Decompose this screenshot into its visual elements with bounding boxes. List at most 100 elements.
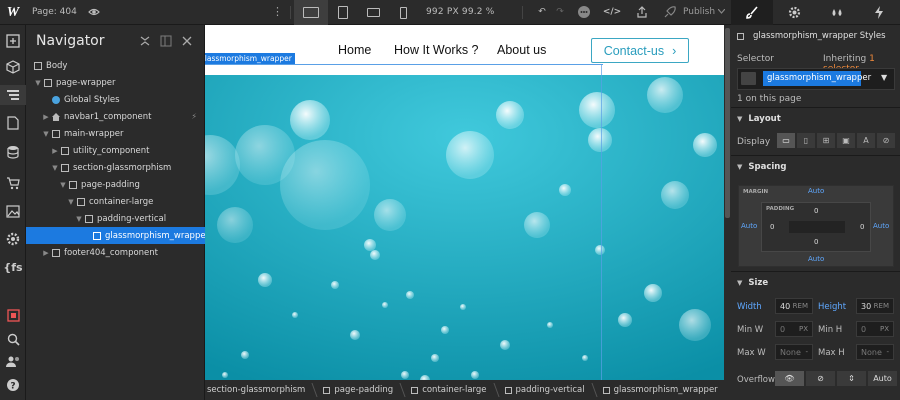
overflow-hidden-icon[interactable]: ⊘ [806, 371, 835, 386]
padding-right-value[interactable]: 0 [860, 223, 864, 231]
overflow-scroll-icon[interactable]: ⇕ [837, 371, 866, 386]
ecommerce-cart-icon[interactable] [5, 175, 21, 191]
margin-bottom-value[interactable]: Auto [808, 255, 824, 263]
tree-item-body[interactable]: Body [26, 57, 205, 74]
min-width-field[interactable]: 0 PX [775, 321, 813, 337]
margin-left-value[interactable]: Auto [741, 222, 757, 230]
chevron-down-icon[interactable] [718, 9, 725, 14]
apps-fs-icon[interactable]: {fs [3, 259, 22, 275]
caret-down-icon[interactable]: ▼ [59, 181, 67, 189]
caret-right-icon[interactable]: ▶ [42, 113, 50, 121]
section-size-header[interactable]: ▼ Size [731, 271, 900, 293]
assets-image-icon[interactable] [5, 203, 21, 219]
overflow-auto-option[interactable]: Auto [868, 371, 897, 386]
selected-element-tag[interactable]: glassmorphism_wrapper [205, 53, 295, 64]
tab-settings-gear-icon[interactable] [773, 0, 815, 25]
nav-link-how-it-works[interactable]: How It Works ? [394, 43, 479, 57]
breakpoint-mobile-landscape-icon[interactable] [356, 0, 390, 25]
tree-item-footer404-component[interactable]: ▶ footer404_component [26, 244, 205, 261]
contact-us-button[interactable]: Contact-us › [591, 38, 689, 63]
breakpoint-tablet-icon[interactable] [326, 0, 360, 25]
overflow-visible-eye-icon[interactable]: 👁 [775, 371, 804, 386]
cms-database-icon[interactable] [5, 144, 21, 160]
canvas-scrollbar[interactable] [725, 28, 730, 218]
caret-down-icon[interactable]: ▼ [75, 215, 83, 223]
page-selector[interactable]: Page: 404 [32, 7, 77, 17]
help-question-icon[interactable]: ? [5, 377, 21, 393]
search-icon[interactable] [5, 331, 21, 347]
tab-style-brush-icon[interactable] [731, 0, 774, 25]
section-spacing-header[interactable]: ▼ Spacing [731, 155, 900, 177]
tree-item-global-styles[interactable]: Global Styles [26, 91, 205, 108]
audit-record-icon[interactable] [5, 307, 21, 323]
tree-item-utility-component[interactable]: ▶ utility_component [26, 142, 205, 159]
caret-down-icon[interactable]: ▼ [34, 79, 42, 87]
comments-icon[interactable] [576, 4, 592, 20]
display-inline-block-icon[interactable]: ▣ [837, 133, 855, 148]
breadcrumb-item[interactable]: page-padding [315, 380, 403, 400]
caret-right-icon[interactable]: ▶ [51, 147, 59, 155]
breakpoint-desktop-base-icon[interactable] [294, 0, 328, 25]
pages-icon[interactable] [5, 115, 21, 131]
tree-item-navbar1-component[interactable]: ▶ navbar1_component ⚡ [26, 108, 205, 125]
display-inline-text-icon[interactable]: A [857, 133, 875, 148]
design-canvas[interactable]: Home How It Works ? About us Contact-us › [205, 25, 724, 380]
collaborators-icon[interactable] [5, 353, 21, 369]
undo-icon[interactable]: ↶ [534, 4, 550, 20]
navigator-icon[interactable] [0, 85, 26, 105]
caret-down-icon[interactable]: ▼ [42, 130, 50, 138]
caret-right-icon[interactable]: ▶ [42, 249, 50, 257]
collapse-all-icon[interactable] [139, 35, 151, 47]
code-export-icon[interactable]: </> [603, 4, 621, 20]
breakpoint-mobile-portrait-icon[interactable] [386, 0, 420, 25]
min-height-field[interactable]: 0 PX [856, 321, 894, 337]
more-options-icon[interactable]: ⋮ [272, 5, 283, 19]
publish-rocket-icon[interactable] [661, 4, 677, 20]
webflow-logo[interactable]: W [0, 0, 26, 25]
nav-link-about-us[interactable]: About us [497, 43, 546, 57]
section-layout-header[interactable]: ▼ Layout [731, 107, 900, 129]
display-grid-icon[interactable]: ⊞ [817, 133, 835, 148]
add-panel-plus-icon[interactable] [5, 33, 21, 49]
display-flex-icon[interactable]: ▯ [797, 133, 815, 148]
tab-interactions-bolt-icon[interactable] [858, 0, 900, 25]
breadcrumb-item[interactable]: glassmorphism_wrapper [595, 380, 724, 400]
breadcrumb-item[interactable]: container-large [403, 380, 496, 400]
display-block-icon[interactable]: ▭ [777, 133, 795, 148]
max-height-field[interactable]: None - [856, 344, 894, 360]
tree-item-main-wrapper[interactable]: ▼ main-wrapper [26, 125, 205, 142]
padding-bottom-value[interactable]: 0 [814, 238, 818, 246]
class-token[interactable]: glassmorphism_wrapper [763, 71, 871, 86]
caret-down-icon[interactable]: ▼ [67, 198, 75, 206]
height-field[interactable]: 30 REM [856, 298, 894, 314]
nav-link-home[interactable]: Home [338, 43, 371, 57]
share-icon[interactable] [634, 4, 650, 20]
padding-top-value[interactable]: 0 [814, 207, 818, 215]
selector-settings-icon[interactable] [741, 72, 756, 85]
dock-panel-icon[interactable] [160, 35, 172, 47]
close-icon[interactable] [181, 35, 193, 47]
max-width-field[interactable]: None - [775, 344, 813, 360]
tree-item-container-large[interactable]: ▼ container-large [26, 193, 205, 210]
publish-button[interactable]: Publish [683, 7, 715, 17]
padding-left-value[interactable]: 0 [770, 223, 774, 231]
display-none-icon[interactable]: ⊘ [877, 133, 895, 148]
components-cube-icon[interactable] [5, 59, 21, 75]
tab-style-manager-drops-icon[interactable] [816, 0, 858, 25]
breadcrumb-item[interactable]: padding-vertical [497, 380, 595, 400]
chevron-down-icon[interactable]: ▼ [881, 73, 887, 82]
box-model-editor: MARGIN Auto Auto Auto Auto PADDING 0 0 0… [738, 185, 894, 267]
preview-eye-icon[interactable] [88, 6, 100, 18]
caret-down-icon[interactable]: ▼ [51, 164, 59, 172]
tree-item-page-wrapper[interactable]: ▼ page-wrapper [26, 74, 205, 91]
breadcrumb-item[interactable]: section-glassmorphism [205, 380, 315, 400]
tree-item-glassmorphism-wrapper[interactable]: glassmorphism_wrapper [26, 227, 209, 244]
settings-gear-icon[interactable] [5, 231, 21, 247]
tree-item-padding-vertical[interactable]: ▼ padding-vertical [26, 210, 205, 227]
tree-item-page-padding[interactable]: ▼ page-padding [26, 176, 205, 193]
width-field[interactable]: 40 REM [775, 298, 813, 314]
margin-top-value[interactable]: Auto [808, 187, 824, 195]
margin-right-value[interactable]: Auto [873, 222, 889, 230]
tree-item-section-glassmorphism[interactable]: ▼ section-glassmorphism [26, 159, 205, 176]
redo-icon[interactable]: ↷ [552, 4, 568, 20]
